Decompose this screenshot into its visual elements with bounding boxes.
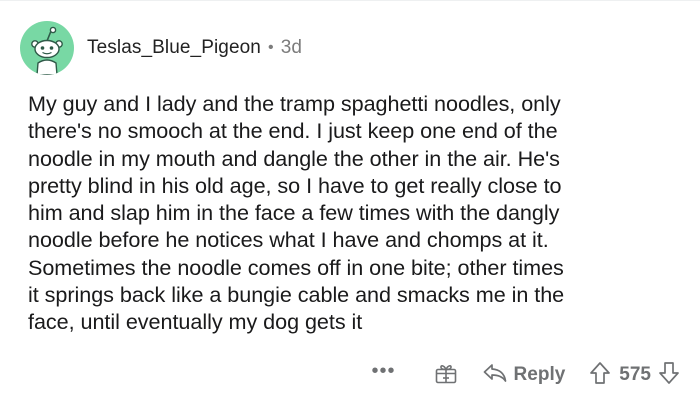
comment-body: My guy and I lady and the tramp spaghett… [28, 91, 565, 335]
comment-header: Teslas_Blue_Pigeon • 3d [20, 20, 302, 76]
downvote-arrow-icon[interactable] [658, 361, 680, 390]
more-options-button[interactable]: ••• [372, 361, 396, 381]
snoo-avatar-icon [31, 26, 63, 75]
reply-arrow-icon [482, 362, 508, 389]
divider [0, 0, 700, 1]
upvote-arrow-icon[interactable] [589, 361, 611, 390]
author-username[interactable]: Teslas_Blue_Pigeon [87, 37, 261, 59]
avatar[interactable] [20, 21, 74, 75]
comment-actions: ••• Reply 575 [372, 357, 680, 393]
vote-score: 575 [619, 364, 651, 385]
comment-meta: Teslas_Blue_Pigeon • 3d [87, 37, 302, 59]
reply-label: Reply [513, 364, 566, 385]
gift-award-icon[interactable] [434, 361, 458, 390]
meta-separator: • [267, 39, 274, 56]
comment-age[interactable]: 3d [281, 37, 302, 59]
reply-button[interactable]: Reply [482, 362, 566, 389]
comment: Teslas_Blue_Pigeon • 3d My guy and I lad… [0, 0, 700, 400]
vote-controls: 575 [589, 361, 680, 390]
